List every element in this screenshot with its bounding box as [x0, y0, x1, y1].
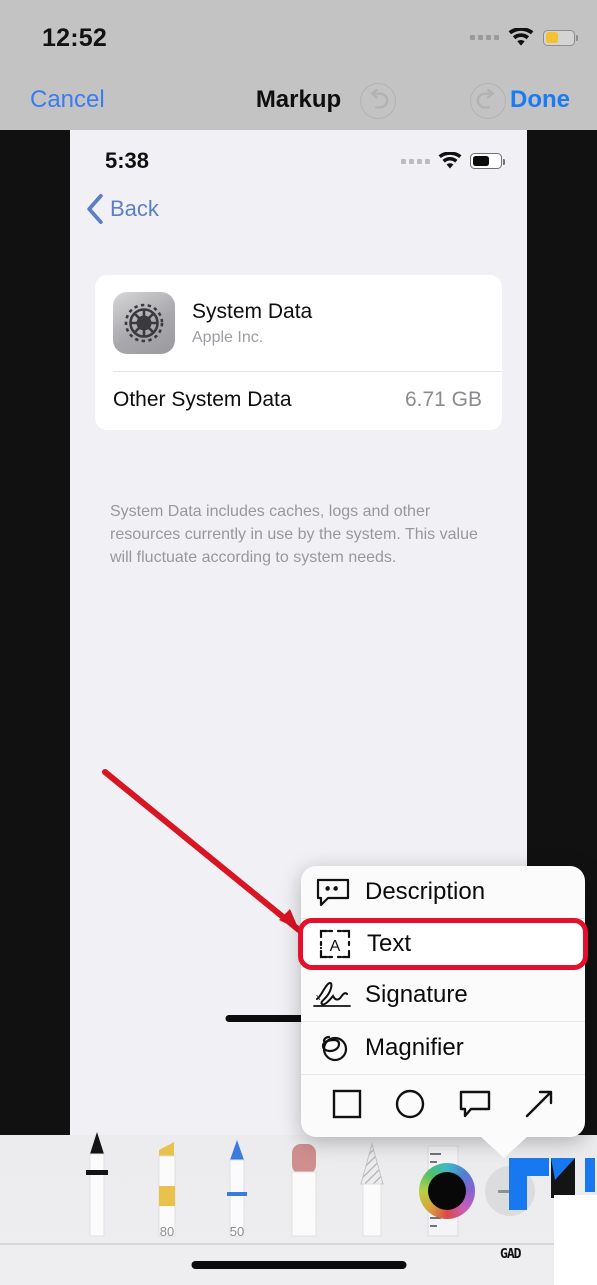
square-shape-icon[interactable] [330, 1087, 364, 1126]
undo-icon[interactable] [360, 83, 396, 119]
svg-text:A: A [330, 938, 341, 955]
system-data-card: System Data Apple Inc. Other System Data… [95, 275, 502, 430]
tool-badge: 50 [229, 1224, 245, 1239]
other-system-data-row[interactable]: Other System Data 6.71 GB [95, 372, 502, 430]
system-data-footnote: System Data includes caches, logs and ot… [110, 503, 478, 567]
menu-item-description[interactable]: Description [301, 866, 585, 919]
speech-bubble-quote-icon [301, 877, 365, 908]
tool-badge: 80 [159, 1224, 175, 1239]
inner-status-clock: 5:38 [105, 148, 150, 173]
outer-status-indicators [470, 28, 579, 47]
marker-tool[interactable]: 50 [215, 1130, 259, 1245]
battery-icon [543, 29, 579, 46]
inner-status-bar: 5:38 [70, 130, 527, 188]
lasso-tool[interactable] [350, 1130, 394, 1245]
highlighter-tool[interactable]: 80 [145, 1130, 189, 1245]
done-button[interactable]: Done [510, 86, 570, 114]
app-publisher: Apple Inc. [192, 328, 264, 346]
color-wheel-icon[interactable] [419, 1163, 475, 1219]
signature-icon: x [301, 979, 365, 1011]
app-text-block: System Data Apple Inc. [192, 299, 312, 346]
home-indicator [191, 1261, 406, 1269]
watermark-logo: GAD [497, 1150, 597, 1285]
menu-item-label: Magnifier [365, 1034, 464, 1061]
app-header-row: System Data Apple Inc. [95, 275, 502, 371]
markup-add-menu[interactable]: Description A Text x Signature Magnifier [298, 866, 588, 1158]
svg-text:x: x [316, 992, 321, 1002]
markup-toolbar: Cancel Markup Done [0, 72, 597, 130]
chevron-left-icon [87, 194, 103, 224]
watermark-text: GAD [500, 1247, 522, 1262]
speech-bubble-shape-icon[interactable] [457, 1087, 493, 1126]
menu-item-label: Text [367, 930, 412, 957]
detail-label: Other System Data [113, 388, 292, 411]
back-button-label: Back [110, 196, 159, 221]
circle-shape-icon[interactable] [393, 1087, 427, 1126]
inner-status-indicators [401, 152, 506, 170]
magnifier-icon [301, 1032, 365, 1064]
wifi-icon [508, 28, 534, 46]
menu-item-label: Signature [365, 981, 468, 1008]
pen-tool[interactable] [75, 1130, 119, 1245]
back-button[interactable]: Back [84, 193, 159, 225]
detail-value: 6.71 GB [404, 388, 482, 411]
eraser-tool[interactable] [280, 1130, 328, 1245]
signal-dots-icon [401, 158, 430, 164]
markup-editor-chrome: 12:52 Cancel Markup Done [0, 0, 597, 130]
outer-status-clock: 12:52 [42, 24, 107, 52]
menu-item-text[interactable]: A Text [298, 918, 588, 970]
signal-dots-icon [470, 35, 499, 40]
wifi-icon [438, 152, 462, 169]
battery-icon [470, 153, 506, 169]
watermark-mask [554, 1195, 597, 1285]
arrow-shape-icon[interactable] [522, 1087, 556, 1126]
app-title: System Data [192, 300, 313, 324]
menu-item-magnifier[interactable]: Magnifier [301, 1022, 585, 1075]
outer-status-bar: 12:52 [0, 0, 597, 72]
text-box-a-icon: A [303, 929, 367, 959]
settings-gear-icon [113, 292, 175, 354]
redo-icon[interactable] [470, 83, 506, 119]
menu-item-label: Description [365, 878, 486, 905]
shape-tools-row[interactable] [301, 1075, 585, 1137]
menu-item-signature[interactable]: x Signature [301, 969, 585, 1022]
markup-title: Markup [255, 86, 342, 113]
